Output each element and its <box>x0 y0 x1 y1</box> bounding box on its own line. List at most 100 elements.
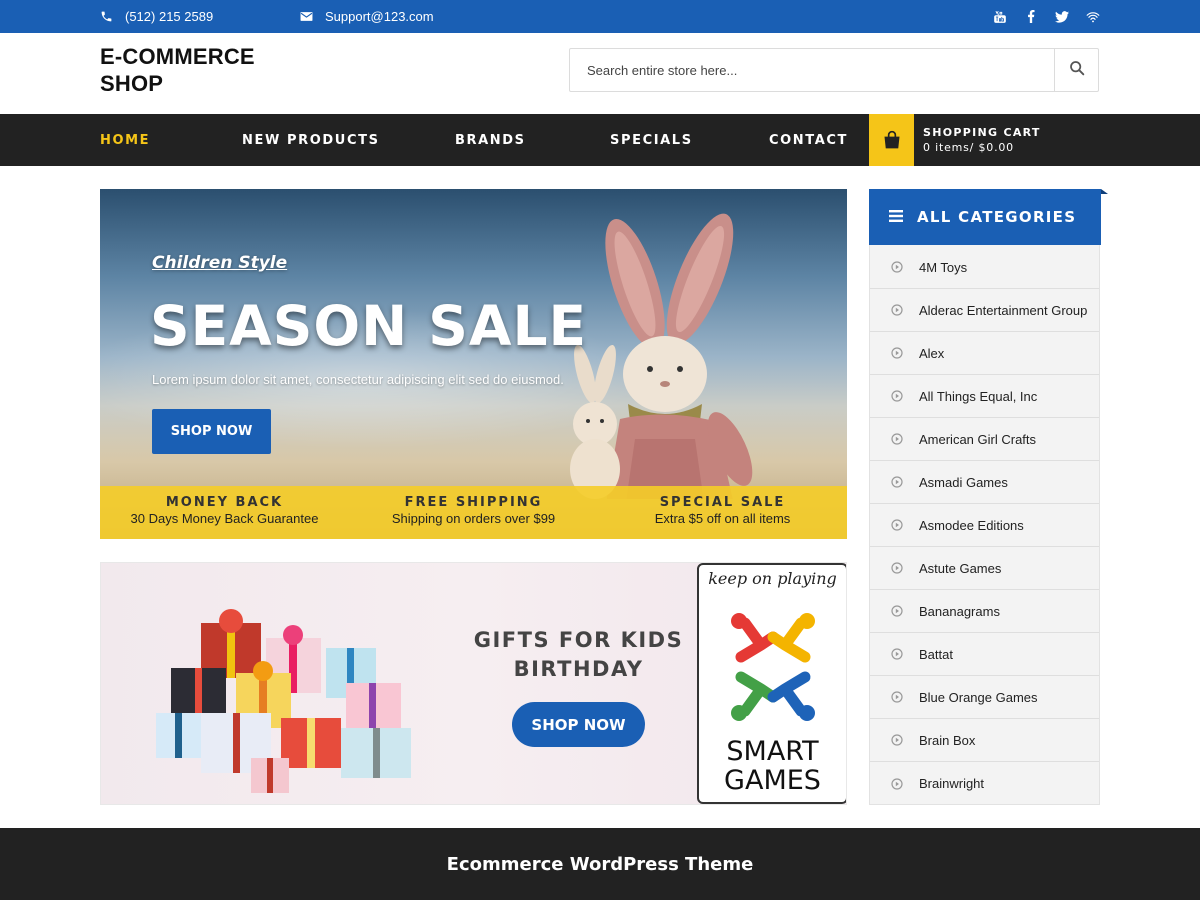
category-label: Astute Games <box>919 560 1002 576</box>
category-label: American Girl Crafts <box>919 431 1037 447</box>
feature-text: 30 Days Money Back Guarantee <box>130 511 319 526</box>
wifi-icon[interactable] <box>1086 10 1100 24</box>
category-label: 4M Toys <box>919 259 968 275</box>
category-item[interactable]: Bananagrams <box>870 590 1099 633</box>
category-item[interactable]: American Girl Crafts <box>870 418 1099 461</box>
feature-money-back: MONEY BACK 30 Days Money Back Guarantee <box>100 486 349 539</box>
feature-strip: MONEY BACK 30 Days Money Back Guarantee … <box>100 486 847 539</box>
hero-description: Lorem ipsum dolor sit amet, consectetur … <box>152 372 564 387</box>
twitter-icon[interactable] <box>1055 10 1069 24</box>
top-bar: (512) 215 2589 Support@123.com <box>0 0 1200 33</box>
email-contact[interactable]: Support@123.com <box>300 0 434 33</box>
social-links <box>993 0 1100 33</box>
gift-boxes-image <box>156 609 411 793</box>
feature-text: Shipping on orders over $99 <box>391 511 556 526</box>
category-item[interactable]: Astute Games <box>870 547 1099 590</box>
hero-banner: Children Style SEASON SALE Lorem ipsum d… <box>100 189 847 539</box>
phone-number: (512) 215 2589 <box>125 9 214 24</box>
site-header: E-COMMERCE SHOP <box>0 33 1200 114</box>
promo-title-line-1: GIFTS FOR KIDS <box>473 628 684 652</box>
play-circle-icon <box>891 519 903 531</box>
smart-games-logo[interactable]: keep on playing SMART GAMES <box>697 563 846 804</box>
category-item[interactable]: Battat <box>870 633 1099 676</box>
category-label: Alex <box>919 345 945 361</box>
nav-contact[interactable]: CONTACT <box>769 114 848 166</box>
category-item[interactable]: Brainwright <box>870 762 1099 805</box>
feature-title: SPECIAL SALE <box>659 495 786 510</box>
category-label: Bananagrams <box>919 603 1000 619</box>
category-item[interactable]: Brain Box <box>870 719 1099 762</box>
feature-title: FREE SHIPPING <box>404 495 543 510</box>
feature-text: Extra $5 off on all items <box>654 511 791 526</box>
shopping-bag-icon <box>869 114 914 166</box>
main-nav: HOME NEW PRODUCTS BRANDS SPECIALS CONTAC… <box>0 114 1200 166</box>
promo-banner: GIFTS FOR KIDS BIRTHDAY SHOP NOW keep on… <box>100 562 847 805</box>
play-circle-icon <box>891 476 903 488</box>
category-label: Asmodee Editions <box>919 517 1024 533</box>
nav-specials[interactable]: SPECIALS <box>610 114 693 166</box>
category-list: 4M Toys Alderac Entertainment Group Alex… <box>870 246 1099 805</box>
phone-contact[interactable]: (512) 215 2589 <box>100 0 213 33</box>
categories-title: ALL CATEGORIES <box>917 208 1077 226</box>
category-item[interactable]: Alderac Entertainment Group <box>870 289 1099 332</box>
category-label: Battat <box>919 646 953 662</box>
categories-header[interactable]: ALL CATEGORIES <box>869 189 1108 245</box>
category-label: Blue Orange Games <box>919 689 1038 705</box>
logo-line-2: SHOP <box>100 71 164 96</box>
search-icon <box>1069 60 1085 81</box>
promo-title-line-2: BIRTHDAY <box>513 657 644 681</box>
play-circle-icon <box>891 347 903 359</box>
play-circle-icon <box>891 390 903 402</box>
feature-free-shipping: FREE SHIPPING Shipping on orders over $9… <box>349 486 598 539</box>
search-box <box>569 48 1099 92</box>
brand-name: SMART GAMES <box>699 737 846 795</box>
category-label: Asmadi Games <box>919 474 1008 490</box>
category-label: Brainwright <box>919 776 985 791</box>
category-item[interactable]: All Things Equal, Inc <box>870 375 1099 418</box>
hero-title: SEASON SALE <box>150 294 588 358</box>
menu-icon <box>889 208 903 226</box>
promo-shop-now-button[interactable]: SHOP NOW <box>512 702 645 747</box>
search-button[interactable] <box>1054 49 1098 91</box>
phone-icon <box>100 10 113 23</box>
play-circle-icon <box>891 261 903 273</box>
play-circle-icon <box>891 777 903 790</box>
site-footer: Ecommerce WordPress Theme <box>0 828 1200 900</box>
category-item[interactable]: Asmodee Editions <box>870 504 1099 547</box>
category-item[interactable]: 4M Toys <box>870 246 1099 289</box>
play-circle-icon <box>891 648 903 660</box>
logo-line-1: E-COMMERCE <box>100 44 255 69</box>
category-label: Brain Box <box>919 732 976 748</box>
nav-home[interactable]: HOME <box>100 114 150 166</box>
play-circle-icon <box>891 433 903 445</box>
play-circle-icon <box>891 691 903 703</box>
search-input[interactable] <box>570 49 1054 91</box>
facebook-icon[interactable] <box>1024 10 1038 24</box>
shopping-cart[interactable]: SHOPPING CART 0 items/ $0.00 <box>869 114 1099 166</box>
cart-summary: 0 items/ $0.00 <box>923 141 1014 154</box>
play-circle-icon <box>891 304 903 316</box>
footer-text[interactable]: Ecommerce WordPress Theme <box>447 854 754 875</box>
email-address: Support@123.com <box>325 9 434 24</box>
promo-title: GIFTS FOR KIDS BIRTHDAY <box>451 626 706 684</box>
cart-title: SHOPPING CART <box>923 126 1041 139</box>
youtube-icon[interactable] <box>993 10 1007 24</box>
categories-sidebar: ALL CATEGORIES 4M Toys Alderac Entertain… <box>869 189 1108 805</box>
play-circle-icon <box>891 562 903 574</box>
play-circle-icon <box>891 734 903 746</box>
site-logo[interactable]: E-COMMERCE SHOP <box>100 43 300 97</box>
brand-name-line-1: SMART <box>726 736 819 767</box>
hero-subtitle: Children Style <box>152 253 288 273</box>
category-item[interactable]: Alex <box>870 332 1099 375</box>
hero-shop-now-button[interactable]: SHOP NOW <box>152 409 271 454</box>
category-label: All Things Equal, Inc <box>919 388 1038 404</box>
envelope-icon <box>300 11 313 22</box>
nav-brands[interactable]: BRANDS <box>455 114 526 166</box>
category-item[interactable]: Asmadi Games <box>870 461 1099 504</box>
category-item[interactable]: Blue Orange Games <box>870 676 1099 719</box>
nav-new-products[interactable]: NEW PRODUCTS <box>242 114 380 166</box>
play-circle-icon <box>891 605 903 617</box>
feature-title: MONEY BACK <box>165 495 284 510</box>
brand-name-line-2: GAMES <box>724 765 821 796</box>
smart-games-figures-icon <box>731 613 815 721</box>
